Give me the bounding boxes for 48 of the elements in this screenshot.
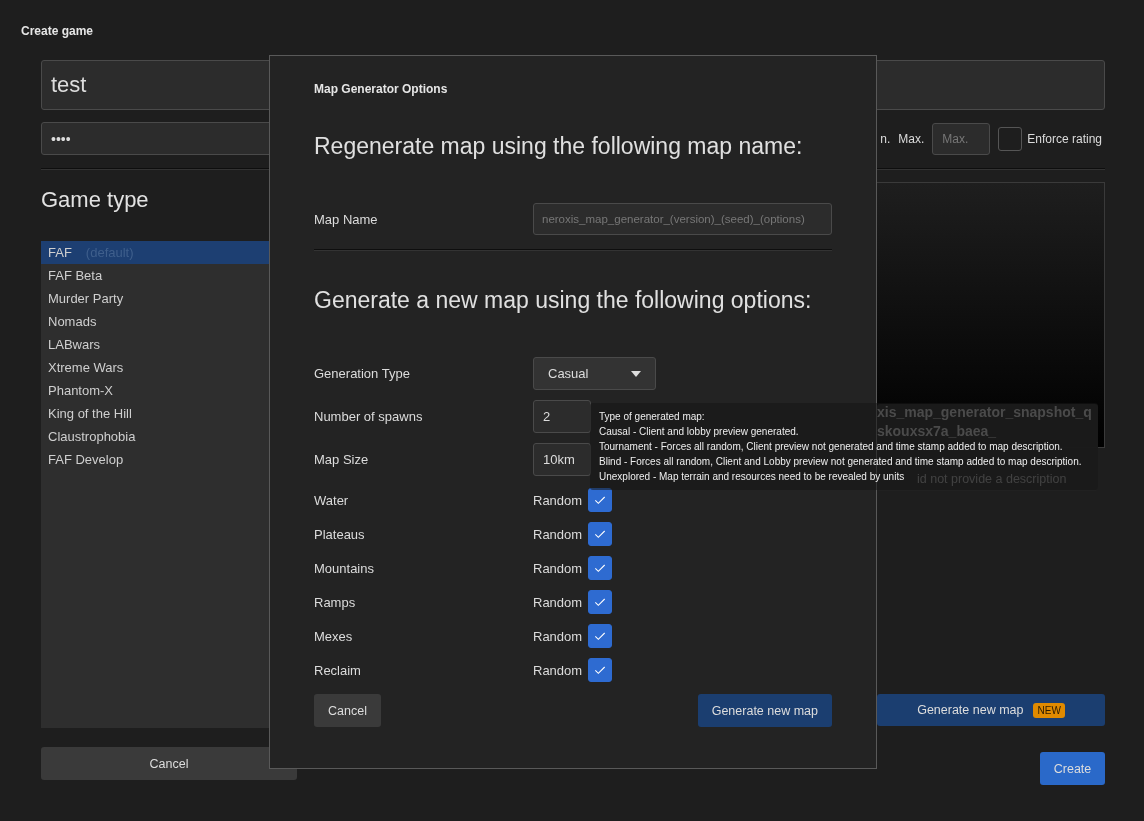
option-label: Water xyxy=(314,492,350,508)
random-label: Random xyxy=(533,628,584,644)
tooltip-line: Blind - Forces all random, Client and Lobby preview not generated and time stamp added to map description. xyxy=(599,455,1082,469)
field-label: Map Name xyxy=(314,211,379,227)
min-label: n. xyxy=(880,131,891,146)
caret-icon xyxy=(631,370,641,377)
section-heading: Regenerate map using the following map name: xyxy=(314,133,804,161)
random-label: Random xyxy=(533,560,584,576)
random-label: Random xyxy=(533,492,584,508)
checkbox[interactable] xyxy=(588,590,612,614)
map-name-field[interactable]: neroxis_map_generator_(version)_(seed)_(options) xyxy=(533,203,832,235)
checkbox[interactable] xyxy=(998,126,1023,151)
create-button[interactable]: Create xyxy=(1040,752,1105,785)
random-label: Random xyxy=(533,662,584,678)
tooltip-line: Type of generated map: xyxy=(599,410,705,424)
number-spinner[interactable]: 2 xyxy=(533,400,591,433)
max-label: Max. xyxy=(898,131,925,146)
option-label: Ramps xyxy=(314,594,357,610)
cancel-button[interactable]: Cancel xyxy=(314,694,381,727)
generate-map-button[interactable]: Generate new map NEW xyxy=(877,694,1105,726)
checkbox[interactable] xyxy=(588,488,612,512)
cancel-button[interactable]: Cancel xyxy=(41,747,297,780)
option-label: Map Size xyxy=(314,452,370,467)
number-spinner[interactable]: 10km xyxy=(533,443,591,476)
option-label: Number of spawns xyxy=(314,409,424,424)
option-label: Generation Type xyxy=(314,366,411,381)
new-badge: NEW xyxy=(1033,702,1065,718)
window-title: Create game xyxy=(21,24,95,38)
tooltip-line: Causal - Client and lobby preview generated. xyxy=(599,425,799,439)
checkbox[interactable] xyxy=(588,556,612,580)
tooltip-line: Unexplored - Map terrain and resources need to be revealed by units xyxy=(599,470,905,484)
option-label: Mexes xyxy=(314,628,354,644)
generate-map-button[interactable]: Generate new map xyxy=(697,694,832,727)
enforce-rating-label: Enforce rating xyxy=(1027,131,1102,146)
random-label: Random xyxy=(533,526,584,542)
section-heading: Generate a new map using the following options: xyxy=(314,287,813,315)
option-label: Plateaus xyxy=(314,526,366,542)
option-label: Reclaim xyxy=(314,662,362,678)
checkbox[interactable] xyxy=(588,658,612,682)
random-label: Random xyxy=(533,594,584,610)
checkbox[interactable] xyxy=(588,624,612,648)
tooltip-line: Tournament - Forces all random, Client preview not generated and time stamp added to map description. xyxy=(599,440,1063,454)
dialog-title: Map Generator Options xyxy=(314,82,449,96)
section-heading: Game type xyxy=(41,187,150,214)
max-field[interactable]: Max. xyxy=(932,122,991,155)
generation-type-dropdown[interactable]: Casual xyxy=(533,357,656,390)
checkbox[interactable] xyxy=(588,522,612,546)
option-label: Mountains xyxy=(314,560,375,576)
